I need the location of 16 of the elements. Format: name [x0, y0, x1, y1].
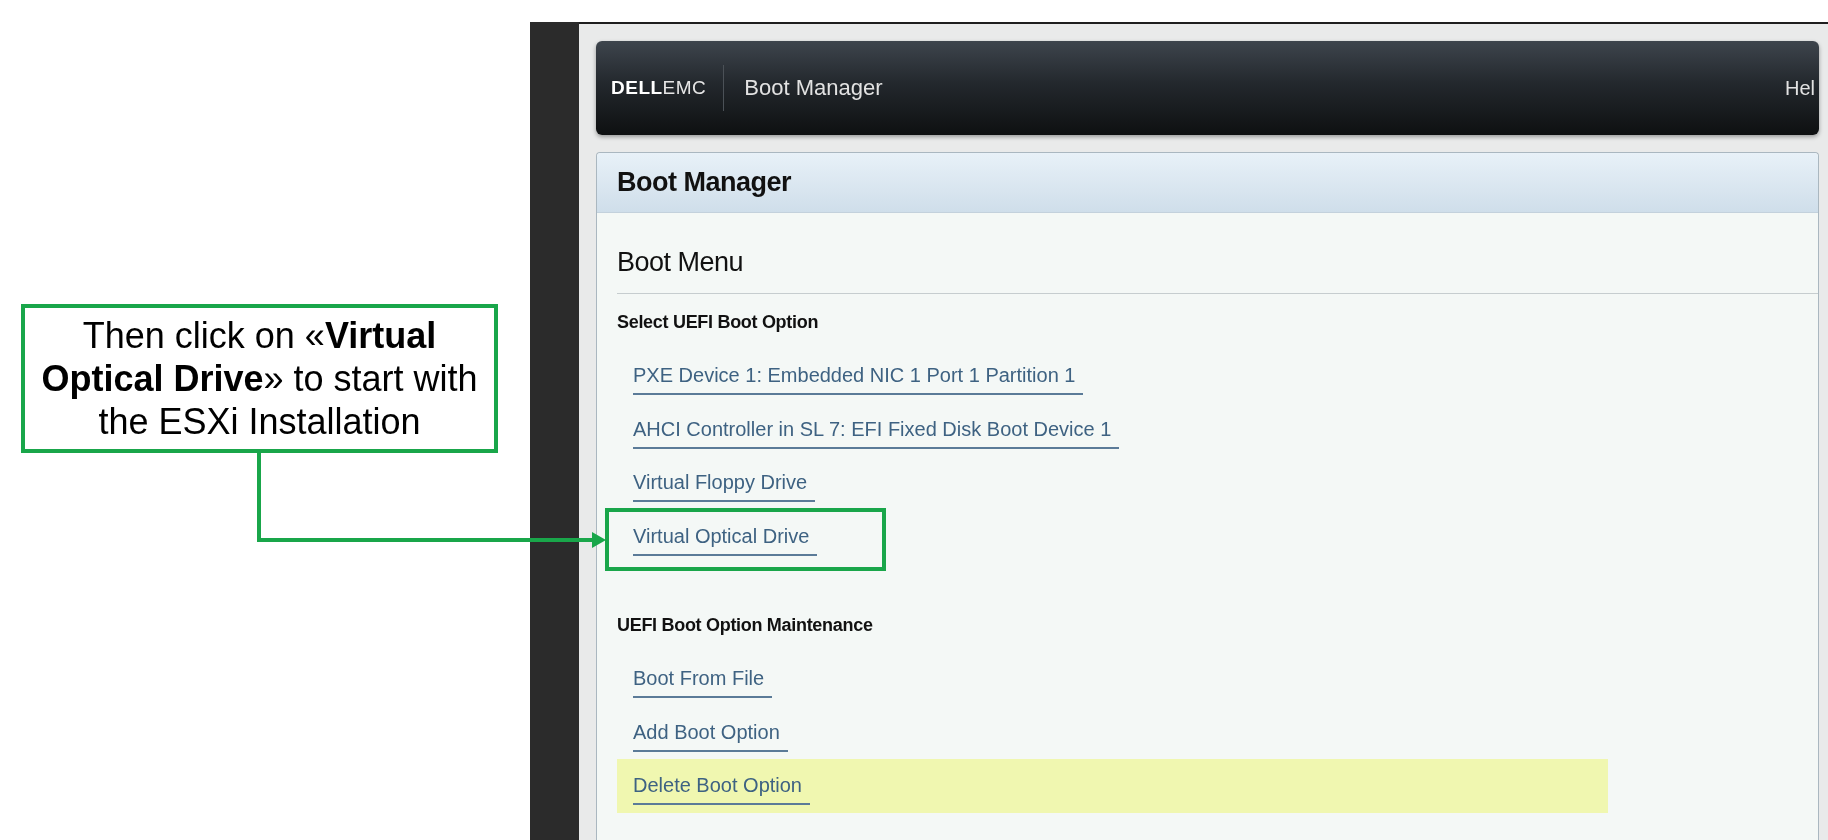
boot-option-link[interactable]: Add Boot Option [633, 719, 788, 752]
help-link[interactable]: Hel [1785, 76, 1815, 100]
group-heading: UEFI Boot Option Maintenance [617, 614, 874, 636]
logo-text: DELLEMC [611, 77, 707, 99]
boot-option-link[interactable]: AHCI Controller in SL 7: EFI Fixed Disk Boot Device 1 [633, 416, 1120, 449]
boot-option-link[interactable]: Virtual Optical Drive [633, 523, 818, 556]
header-title: Boot Manager [744, 75, 883, 101]
group-heading: Select UEFI Boot Option [617, 311, 820, 333]
boot-option-link[interactable]: Delete Boot Option [633, 773, 810, 805]
boot-option-link[interactable]: PXE Device 1: Embedded NIC 1 Port 1 Partition 1 [633, 363, 1084, 395]
callout-note: Then click on «Virtual Optical Drive» to start with the ESXi Installation [21, 304, 498, 453]
panel-title: Boot Manager [617, 167, 791, 198]
boot-option-link[interactable]: Boot From File [633, 666, 773, 698]
boot-option-link[interactable]: Virtual Floppy Drive [633, 470, 816, 502]
highlighted-row[interactable]: Delete Boot Option [617, 759, 1608, 813]
section-heading: Boot Menu [617, 246, 745, 278]
